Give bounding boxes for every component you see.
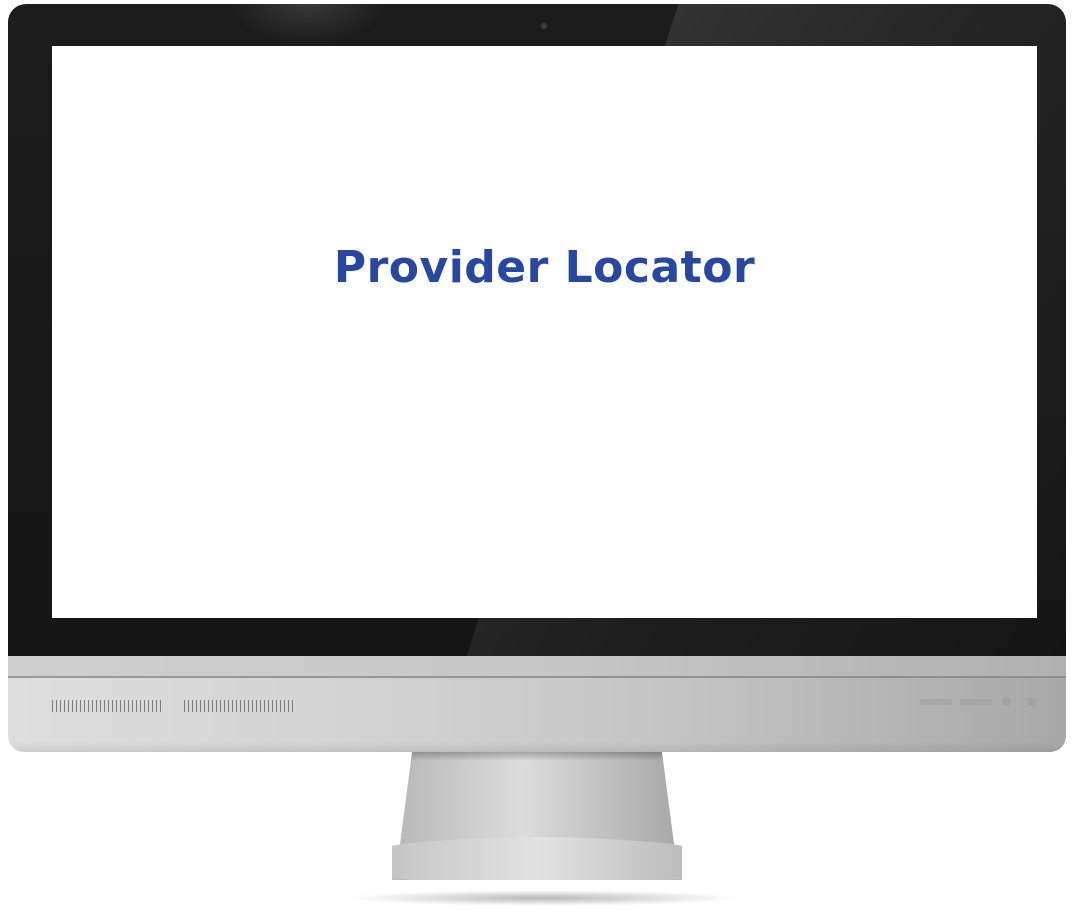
camera-icon	[540, 22, 548, 30]
stand-shadow	[346, 890, 740, 906]
speaker-grille-icon	[52, 700, 164, 712]
monitor-bezel: Provider Locator	[8, 4, 1066, 656]
monitor-mockup: Provider Locator	[0, 0, 1074, 912]
bezel-shading	[228, 4, 388, 44]
monitor-stand	[392, 752, 682, 880]
power-icon	[1027, 697, 1036, 706]
chin-upper-strip	[8, 656, 1066, 676]
chin-divider	[8, 676, 1066, 678]
stand-base	[392, 837, 682, 880]
chin-shading	[8, 742, 1066, 752]
monitor-chin	[8, 656, 1066, 752]
page-title: Provider Locator	[333, 241, 756, 293]
control-button-icon	[1002, 697, 1011, 706]
monitor-screen: Provider Locator	[52, 46, 1037, 618]
control-button-icon	[920, 699, 952, 705]
control-button-icon	[960, 699, 992, 705]
speaker-grille-icon	[184, 700, 296, 712]
stand-neck-shade	[410, 752, 664, 782]
